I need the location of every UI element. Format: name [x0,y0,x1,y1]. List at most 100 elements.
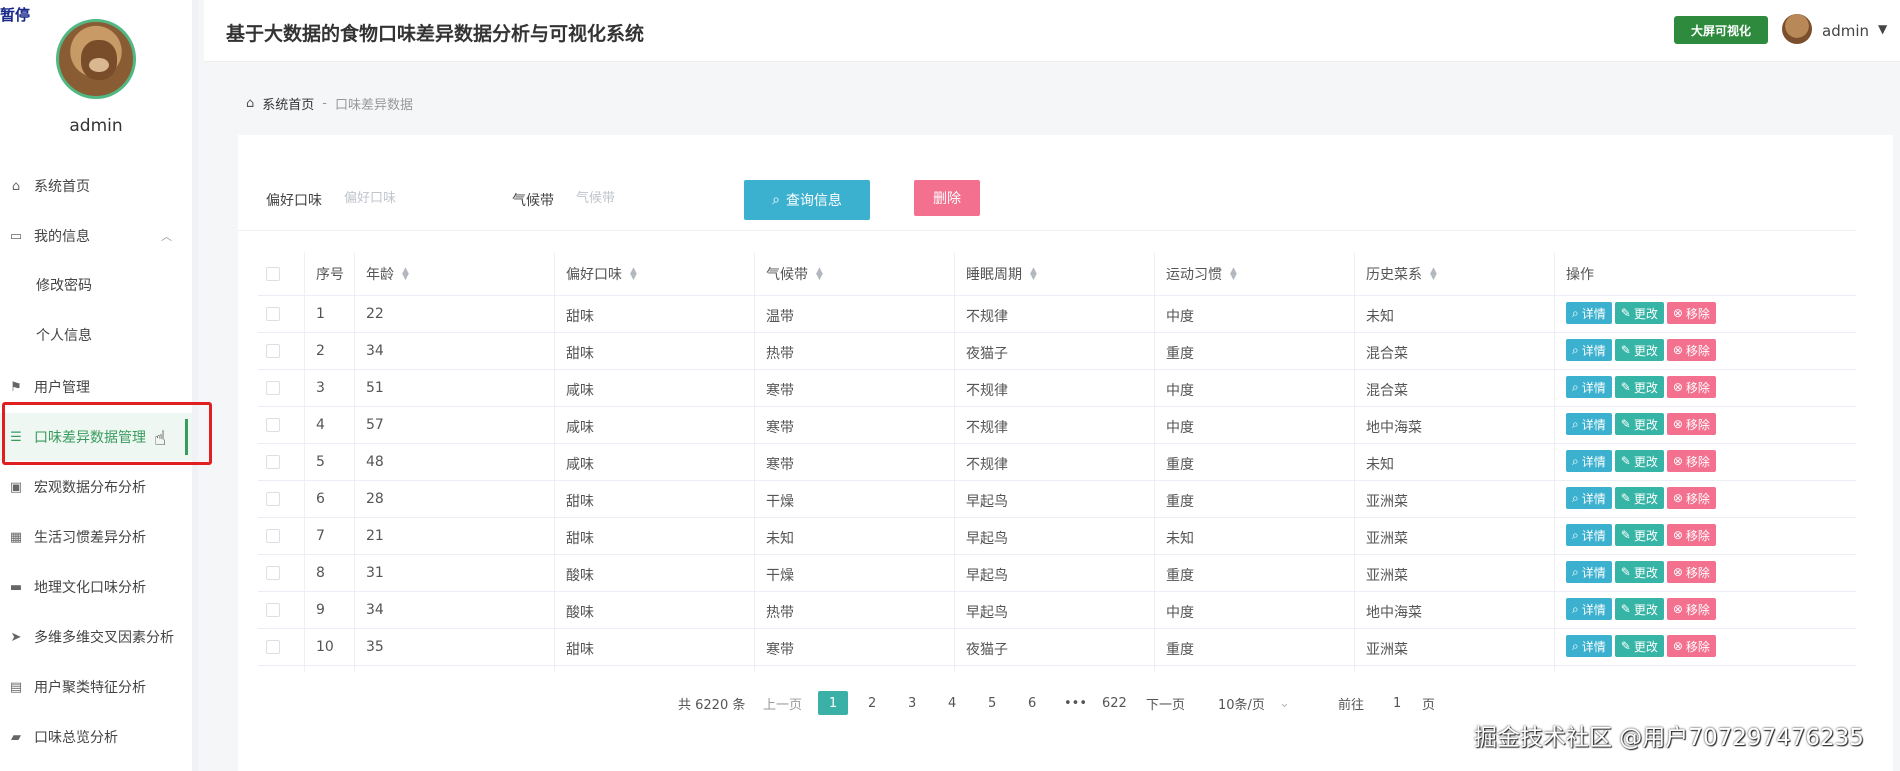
edit-button[interactable]: ✎ 更改 [1614,487,1664,509]
edit-button[interactable]: ✎ 更改 [1614,561,1664,583]
cell-cuisine: 混合菜 [1366,346,1408,362]
remove-circle-icon: ⊗ [1672,380,1683,394]
col-header-age[interactable]: 年龄 ▲ ▼ [366,252,409,296]
sidebar-item-home[interactable]: ⌂ 系统首页 [0,162,192,210]
pencil-icon: ✎ [1620,565,1631,579]
edit-button[interactable]: ✎ 更改 [1614,450,1664,472]
col-header-cuisine[interactable]: 历史菜系 ▲ ▼ [1366,252,1437,296]
remove-button[interactable]: ⊗ 移除 [1666,561,1716,583]
detail-button[interactable]: ⌕ 详情 [1566,561,1612,583]
cell-climate: 寒带 [766,457,794,473]
remove-button[interactable]: ⊗ 移除 [1666,339,1716,361]
page-button-1[interactable]: 1 [818,691,848,715]
page-button-last[interactable]: 622 [1102,691,1127,715]
row-checkbox[interactable] [266,640,280,654]
avatar[interactable] [1782,14,1812,44]
sidebar-item-change-password[interactable]: 修改密码 [0,261,192,309]
row-checkbox[interactable] [266,344,280,358]
climate-filter-input[interactable] [576,182,716,214]
edit-button[interactable]: ✎ 更改 [1614,376,1664,398]
detail-button-label: 详情 [1581,454,1606,469]
detail-button[interactable]: ⌕ 详情 [1566,376,1612,398]
more-pages-icon[interactable]: ••• [1064,691,1087,715]
sort-icon[interactable]: ▲ ▼ [630,267,637,282]
page-button-5[interactable]: 5 [988,691,996,715]
sidebar-item-taste-overview[interactable]: ▰ 口味总览分析 [0,713,192,761]
detail-button-label: 详情 [1581,491,1606,506]
edit-button[interactable]: ✎ 更改 [1614,598,1664,620]
page-size-select[interactable]: 10条/页 ⌄ [1218,691,1290,715]
cell-sleep: 不规律 [966,309,1008,325]
sort-icon[interactable]: ▲ ▼ [402,267,409,282]
page-button-2[interactable]: 2 [868,691,876,715]
detail-button[interactable]: ⌕ 详情 [1566,598,1612,620]
page-button-4[interactable]: 4 [948,691,956,715]
sidebar-item-cross-factor-analysis[interactable]: ➤ 多维多维交叉因素分析 [0,613,192,661]
sort-icon[interactable]: ▲ ▼ [1430,267,1437,282]
page-button-3[interactable]: 3 [908,691,916,715]
prev-page-button[interactable]: 上一页 [763,691,802,715]
sidebar-item-my-info[interactable]: ▭ 我的信息 ︿ [0,212,192,260]
edit-button[interactable]: ✎ 更改 [1614,302,1664,324]
edit-button-label: 更改 [1633,380,1658,395]
table-row: 4 57 咸味 寒带 不规律 中度 地中海菜 ⌕ 详情 ✎ 更改 ⊗ 移除 [258,407,1856,444]
delete-button[interactable]: 删除 [914,180,980,216]
caret-down-icon[interactable]: ▼ [1878,22,1887,36]
row-actions: ⌕ 详情 ✎ 更改 ⊗ 移除 [1566,487,1716,509]
edit-button-label: 更改 [1633,417,1658,432]
bigscreen-button[interactable]: 大屏可视化 [1674,16,1768,44]
next-page-button[interactable]: 下一页 [1146,691,1185,715]
sidebar-item-personal-info[interactable]: 个人信息 [0,311,192,359]
detail-button[interactable]: ⌕ 详情 [1566,339,1612,361]
remove-button[interactable]: ⊗ 移除 [1666,598,1716,620]
row-checkbox[interactable] [266,529,280,543]
detail-button[interactable]: ⌕ 详情 [1566,413,1612,435]
detail-button[interactable]: ⌕ 详情 [1566,524,1612,546]
page-button-6[interactable]: 6 [1028,691,1036,715]
cell-index: 10 [316,639,334,655]
remove-button[interactable]: ⊗ 移除 [1666,450,1716,472]
taste-filter-input[interactable] [344,182,484,214]
detail-button[interactable]: ⌕ 详情 [1566,302,1612,324]
row-checkbox[interactable] [266,381,280,395]
row-actions: ⌕ 详情 ✎ 更改 ⊗ 移除 [1566,450,1716,472]
cell-taste: 酸味 [566,605,594,621]
sort-icon[interactable]: ▲ ▼ [1030,267,1037,282]
remove-button[interactable]: ⊗ 移除 [1666,487,1716,509]
detail-button[interactable]: ⌕ 详情 [1566,635,1612,657]
col-header-label: 年龄 [366,267,394,283]
detail-button[interactable]: ⌕ 详情 [1566,487,1612,509]
row-checkbox[interactable] [266,566,280,580]
edit-button[interactable]: ✎ 更改 [1614,524,1664,546]
col-header-climate[interactable]: 气候带 ▲ ▼ [766,252,823,296]
row-checkbox[interactable] [266,307,280,321]
remove-button[interactable]: ⊗ 移除 [1666,376,1716,398]
search-button[interactable]: ⌕ 查询信息 [744,180,870,220]
remove-button[interactable]: ⊗ 移除 [1666,302,1716,324]
edit-button[interactable]: ✎ 更改 [1614,413,1664,435]
select-all-checkbox[interactable] [266,267,280,281]
col-header-taste[interactable]: 偏好口味 ▲ ▼ [566,252,637,296]
goto-page-input[interactable]: 1 [1393,691,1401,715]
sort-icon[interactable]: ▲ ▼ [816,267,823,282]
header-username[interactable]: admin [1822,22,1869,40]
row-checkbox[interactable] [266,455,280,469]
row-checkbox[interactable] [266,492,280,506]
sort-icon[interactable]: ▲ ▼ [1230,267,1237,282]
edit-button-label: 更改 [1633,528,1658,543]
detail-button[interactable]: ⌕ 详情 [1566,450,1612,472]
sidebar-item-geo-culture-analysis[interactable]: ▬ 地理文化口味分析 [0,563,192,611]
col-header-exercise[interactable]: 运动习惯 ▲ ▼ [1166,252,1237,296]
edit-button[interactable]: ✎ 更改 [1614,339,1664,361]
col-header-sleep[interactable]: 睡眠周期 ▲ ▼ [966,252,1037,296]
table-row: 3 51 咸味 寒带 不规律 中度 混合菜 ⌕ 详情 ✎ 更改 ⊗ 移除 [258,370,1856,407]
remove-button[interactable]: ⊗ 移除 [1666,524,1716,546]
breadcrumb-home[interactable]: 系统首页 [262,94,314,113]
sidebar-item-macro-distribution[interactable]: ▣ 宏观数据分布分析 [0,463,192,511]
remove-button[interactable]: ⊗ 移除 [1666,413,1716,435]
sidebar-item-lifestyle-analysis[interactable]: ▦ 生活习惯差异分析 [0,513,192,561]
row-checkbox[interactable] [266,418,280,432]
remove-button[interactable]: ⊗ 移除 [1666,635,1716,657]
edit-button[interactable]: ✎ 更改 [1614,635,1664,657]
row-checkbox[interactable] [266,603,280,617]
